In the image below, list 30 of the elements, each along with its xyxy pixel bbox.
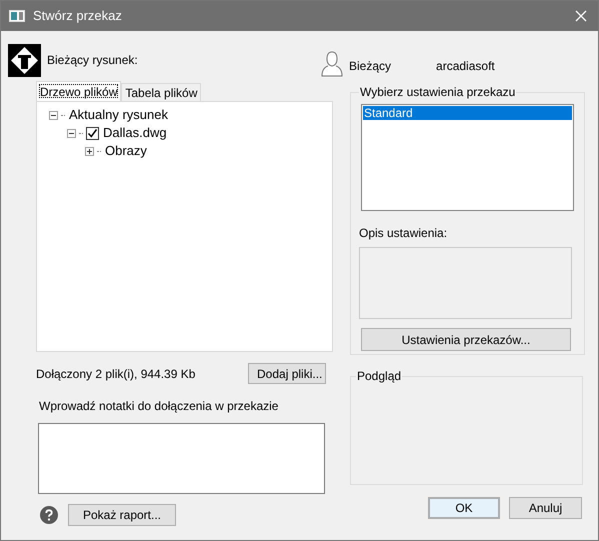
files-summary: Dołączony 2 plik(i), 944.39 Kb	[36, 366, 196, 382]
tab[interactable]: Drzewo plików	[36, 81, 122, 101]
expand-icon[interactable]	[85, 146, 94, 156]
collapse-icon[interactable]	[67, 128, 76, 138]
notes-field[interactable]	[38, 423, 325, 494]
tree-item[interactable]: Dallas.dwg	[102, 125, 168, 141]
collapse-icon[interactable]	[49, 110, 58, 120]
tab[interactable]: Tabela plików	[121, 83, 202, 101]
user-name: arcadiasoft	[436, 58, 495, 75]
tree-item[interactable]: Aktualny rysunek	[68, 107, 169, 123]
help-icon[interactable]	[40, 506, 58, 524]
user-icon	[321, 51, 343, 77]
tree-item[interactable]: Obrazy	[104, 143, 148, 159]
preview-group-title: Podgląd	[356, 368, 402, 385]
cancel-button[interactable]: Anuluj	[509, 497, 582, 519]
show-report-button[interactable]: Pokaż raport...	[68, 504, 176, 526]
ok-button[interactable]: OK	[428, 497, 500, 519]
list-item[interactable]: Standard	[363, 106, 572, 120]
description-label: Opis ustawienia:	[359, 225, 448, 242]
logo-icon	[8, 44, 41, 77]
window-title: Stwórz przekaz	[33, 7, 122, 26]
checkbox[interactable]	[86, 126, 99, 140]
add-files-button[interactable]: Dodaj pliki...	[248, 363, 326, 384]
close-icon[interactable]	[575, 10, 587, 22]
notes-label: Wprowadź notatki do dołączenia w przekazie	[39, 398, 280, 415]
user-label: Bieżący	[349, 58, 392, 75]
settings-group-title: Wybierz ustawienia przekazu	[359, 84, 516, 101]
transmittal-settings-button[interactable]: Ustawienia przekazów...	[361, 328, 571, 351]
current-drawing-label: Bieżący rysunek:	[47, 52, 138, 69]
window-icon	[9, 10, 25, 22]
